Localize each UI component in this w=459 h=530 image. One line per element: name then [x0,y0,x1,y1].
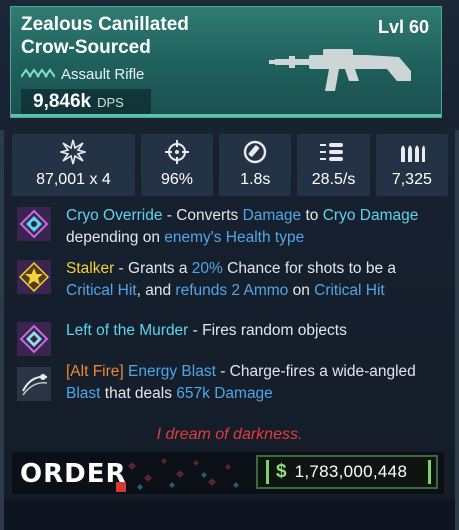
stat-fire-rate-value: 28.5/s [311,171,356,188]
perk-text-segment: refunds 2 Ammo [175,282,289,299]
ammo-icon [399,140,425,164]
perk-text-segment: enemy's Health type [164,229,305,246]
fire-rate-bullets-icon [319,140,349,164]
random-objects-diamond-icon [17,322,51,356]
perk-text-segment: to [301,207,323,224]
stat-damage: 87,001 x 4 [12,134,135,196]
perk-text-segment: Blast [66,385,101,402]
perk-text-segment: 20% [191,260,223,277]
perk-text-segment: that deals [100,385,177,402]
perk-text: [Alt Fire] Energy Blast - Charge-fires a… [66,361,441,405]
perk-text-segment: on [288,282,315,299]
weapon-type: Assault Rifle [61,65,145,83]
dps-value: 9,846k [33,91,92,112]
weapon-name: Zealous Canillated Crow-Sourced [21,14,189,58]
dps-box: 9,846k DPS [21,89,151,115]
perk-text-segment: , and [136,282,176,299]
stat-accuracy-value: 96% [161,171,194,188]
stat-damage-value: 87,001 x 4 [36,171,111,188]
perk-text-segment: Cryo Override [66,207,163,224]
perk-text-segment: - Fires random objects [188,322,347,339]
perk-text-segment: Cryo Damage [322,207,419,224]
stat-reload-value: 1.8s [240,171,271,188]
perk-text: Stalker - Grants a 20% Chance for shots … [66,258,441,302]
perk-text-segment: Damage [242,207,302,224]
perk-text-segment: Stalker [66,260,115,277]
perk-text-segment: - Charge-fires a wide-angled [215,363,416,380]
brand-logo: ORDER [20,459,127,489]
perk-text-segment: depending on [66,229,165,246]
perk-text-segment: 657k Damage [176,385,273,402]
perk-text: Cryo Override - Converts Damage to Cryo … [66,205,441,249]
price-accent-right [428,460,431,484]
perk-text: Left of the Murder - Fires random object… [66,320,441,342]
perk-text-segment: - Grants a [114,260,192,277]
perk-text-segment: Left of the Murder [66,322,189,339]
currency-symbol: $ [276,461,287,482]
footer-bar: ORDER $ 1,783,000,448 [12,452,444,494]
stat-reload: 1.8s [219,134,292,196]
perk-text-segment: Critical Hit [66,282,137,299]
right-rail [455,130,459,530]
flavor-text: I dream of darkness. [156,426,303,443]
assault-rifle-icon [269,47,419,102]
brand-decoration [112,452,252,499]
perk-stalker: Stalker - Grants a 20% Chance for shots … [14,258,444,308]
perk-text-segment: - Converts [162,207,243,224]
weapon-level: Lvl 60 [377,17,429,37]
perk-cryo-override: Cryo Override - Converts Damage to Cryo … [14,205,444,255]
stat-ammo-value: 7,325 [391,171,432,188]
weapon-card: Zealous Canillated Crow-Sourced Lvl 60 A… [0,0,459,530]
perk-text-segment: [Alt Fire] [66,363,124,380]
price-accent-left [266,460,269,484]
stats-row: 87,001 x 4 96% 1.8s 28.5/s 7,325 [12,134,448,196]
stat-accuracy: 96% [140,134,214,196]
damage-burst-icon [60,139,87,165]
reload-timer-icon [242,140,268,164]
energy-blast-icon [17,367,51,401]
weapon-type-row: Assault Rifle [20,64,145,84]
left-rail [0,130,4,530]
stat-ammo: 7,325 [375,134,448,196]
perk-text-segment: Critical Hit [314,282,385,299]
rarity-chevrons-icon [20,65,56,83]
weapon-header: Zealous Canillated Crow-Sourced Lvl 60 A… [10,6,442,118]
dps-unit: DPS [97,95,124,110]
cryo-diamond-icon [17,207,51,241]
stalker-star-icon [17,260,51,294]
crosshair-icon [164,140,190,164]
perk-energy-blast: [Alt Fire] Energy Blast - Charge-fires a… [14,361,444,411]
perk-text-segment: Chance for shots to be a [222,260,396,277]
price-box: $ 1,783,000,448 [256,455,438,489]
price-value: 1,783,000,448 [294,462,408,481]
perk-text-segment: Energy Blast [128,363,216,380]
stat-fire-rate: 28.5/s [297,134,370,196]
